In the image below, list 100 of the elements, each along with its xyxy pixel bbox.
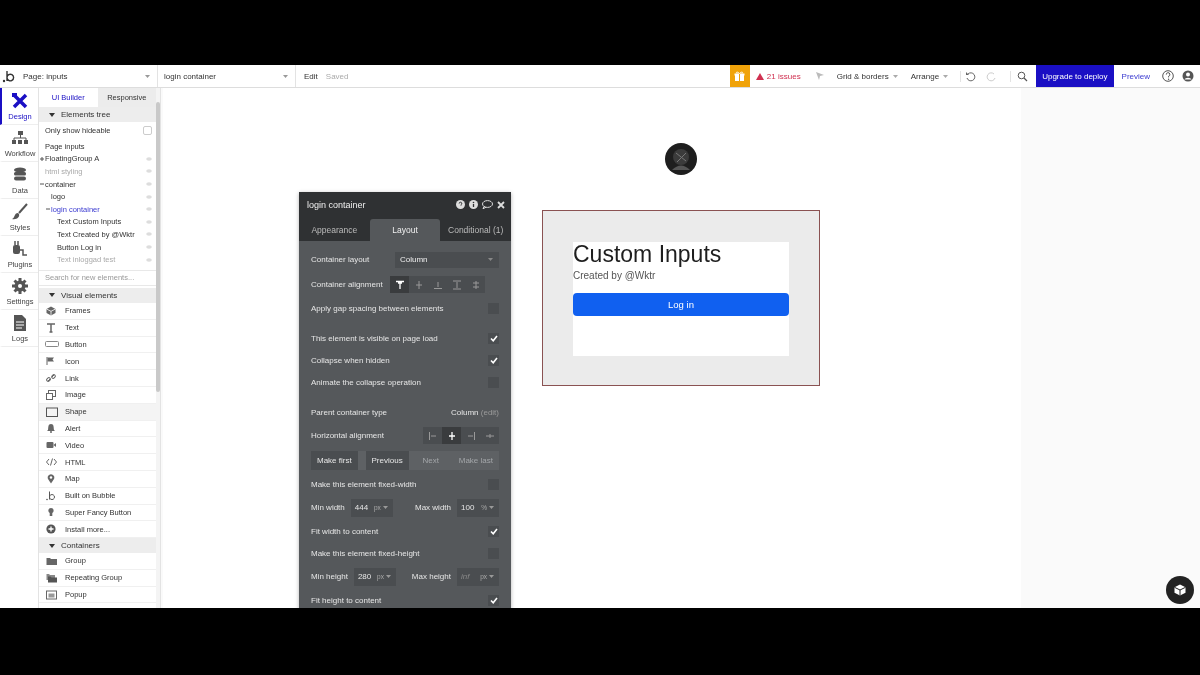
undo-icon[interactable]: [960, 70, 977, 82]
order-button[interactable]: Previous: [365, 451, 409, 470]
section-header[interactable]: Elements tree: [39, 107, 156, 122]
field-label: Container alignment: [311, 280, 383, 289]
alignment-option[interactable]: [390, 276, 409, 293]
issues-button[interactable]: 21 issues: [749, 71, 809, 81]
button-icon: [45, 339, 59, 350]
saved-status: Saved: [324, 70, 350, 83]
eye-icon: [146, 245, 152, 250]
preview-link[interactable]: Preview: [1113, 71, 1158, 81]
option-label: Make this element fixed-height: [311, 548, 420, 558]
option-label: Make this element fixed-width: [311, 479, 417, 489]
align-icon: [413, 279, 424, 290]
grid-borders-menu[interactable]: Grid & borders: [830, 65, 905, 87]
align-icon: [470, 279, 481, 290]
field-label: Parent container type: [311, 407, 388, 417]
section-header[interactable]: Containers: [39, 538, 156, 554]
align-icon: [427, 430, 438, 441]
hierarchy-icon: [11, 128, 29, 147]
page-dropdown[interactable]: Page: inputs: [17, 65, 158, 87]
checkbox[interactable]: [488, 354, 499, 366]
caret-icon: [144, 73, 151, 79]
check-icon: [489, 356, 498, 364]
caret-icon: [891, 73, 899, 79]
option-label: Animate the collapse operation: [311, 377, 421, 387]
edit-menu[interactable]: Edit: [296, 65, 324, 87]
checkbox[interactable]: [488, 525, 499, 537]
panel-tab[interactable]: Appearance: [299, 219, 370, 241]
code-icon: [46, 457, 58, 467]
layout-dropdown[interactable]: Column: [395, 251, 499, 268]
document-icon: [11, 313, 29, 332]
caret-icon: [381, 505, 389, 510]
field-label: Min width: [311, 503, 345, 512]
arrange-menu[interactable]: Arrange: [904, 65, 956, 87]
help-icon[interactable]: [1162, 70, 1174, 82]
gift-button[interactable]: [729, 65, 750, 87]
option-label: Fit height to content: [311, 595, 382, 605]
upgrade-button[interactable]: Upgrade to deploy: [1036, 65, 1114, 87]
caret-icon: [487, 257, 494, 262]
eye-icon: [146, 219, 152, 224]
comment-icon[interactable]: [482, 200, 493, 209]
settings-icon: [11, 276, 29, 295]
help-icon[interactable]: [456, 200, 465, 209]
eye-icon: [146, 257, 152, 262]
field-label: Horizontal alignment: [311, 431, 384, 440]
info-icon[interactable]: [469, 200, 478, 209]
bell-icon: [46, 423, 58, 434]
caret-icon: [488, 574, 495, 579]
gift-icon: [734, 70, 746, 82]
checkbox[interactable]: [488, 332, 499, 344]
panel-tab[interactable]: Conditional (1): [440, 219, 511, 241]
pointer-icon[interactable]: [814, 71, 825, 81]
help-button[interactable]: [1166, 576, 1194, 604]
alignment-option[interactable]: [442, 427, 461, 444]
caret-icon: [49, 112, 55, 117]
heading: Custom Inputs: [573, 242, 723, 266]
eye-icon: [146, 169, 152, 174]
field-label: Min height: [311, 572, 348, 581]
caret-icon: [49, 293, 55, 298]
checkbox[interactable]: [143, 125, 152, 135]
login-container[interactable]: Custom Inputs Created by @Wktr Log in: [542, 210, 820, 386]
eye-icon: [146, 207, 152, 212]
folder-icon: [46, 556, 58, 566]
check-icon: [489, 596, 498, 604]
logo-icon[interactable]: [2, 69, 16, 83]
caret-icon: [384, 574, 392, 579]
subtitle: Created by @Wktr: [573, 270, 657, 281]
cube-icon: [46, 305, 58, 316]
brush-icon: [11, 202, 29, 221]
user-icon[interactable]: [1182, 70, 1194, 82]
option-label: This element is visible on page load: [311, 333, 438, 343]
order-button[interactable]: Make first: [311, 451, 358, 470]
panel-tab[interactable]: Layout: [369, 219, 441, 241]
plus-circle-icon: [46, 524, 58, 535]
plus-icon[interactable]: [40, 156, 44, 161]
video-icon: [46, 440, 58, 451]
square-icon: [46, 406, 58, 417]
eye-icon: [146, 156, 152, 161]
section-header[interactable]: Visual elements: [39, 287, 156, 303]
checkbox[interactable]: [488, 594, 499, 606]
caret-icon: [282, 73, 289, 79]
option-label: Fit width to content: [311, 526, 379, 536]
option-label: Apply gap spacing between elements: [311, 303, 444, 313]
check-icon: [489, 334, 498, 342]
check-icon: [489, 527, 498, 535]
align-icon: [446, 430, 457, 441]
align-icon: [465, 430, 476, 441]
align-icon: [394, 279, 405, 290]
eye-icon: [146, 194, 152, 199]
login-button[interactable]: Log in: [573, 293, 789, 316]
element-dropdown[interactable]: login container: [158, 65, 296, 87]
database-icon: [11, 165, 29, 184]
text-icon: [46, 322, 58, 333]
close-icon[interactable]: [497, 200, 505, 209]
scrollbar-thumb[interactable]: [156, 102, 160, 392]
cube-icon: [1174, 584, 1186, 596]
search-icon[interactable]: [1010, 70, 1029, 82]
eye-icon: [146, 232, 152, 237]
folders-icon: [46, 572, 58, 583]
field-value: Column (edit): [450, 407, 499, 417]
